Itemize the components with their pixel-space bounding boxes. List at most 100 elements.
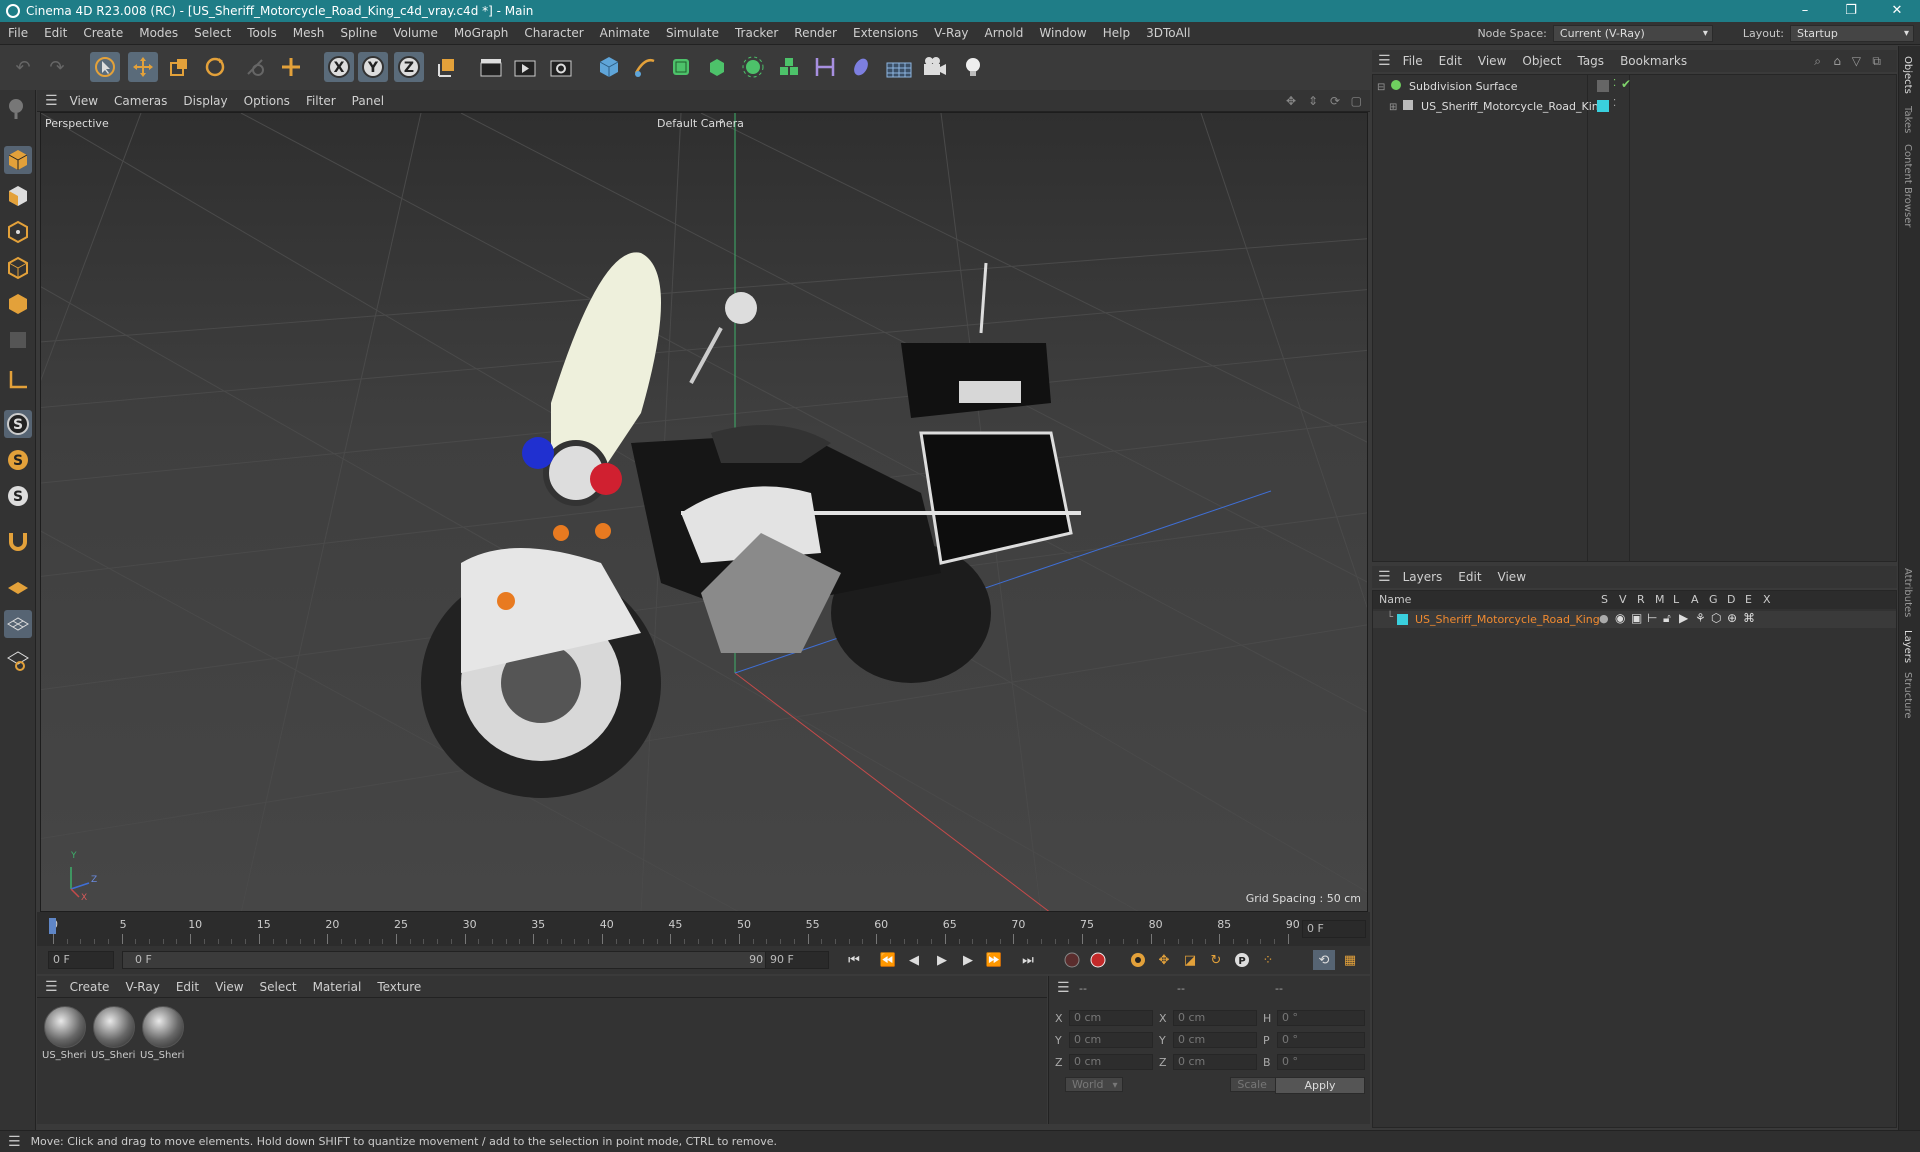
layer-solo-icon[interactable]: ● bbox=[1599, 612, 1609, 625]
camera-label[interactable]: Default Camera bbox=[657, 117, 744, 130]
menu-spline[interactable]: Spline bbox=[332, 26, 385, 40]
current-frame-field[interactable]: 0 F bbox=[1302, 920, 1366, 938]
extrude-generator-button[interactable] bbox=[702, 52, 732, 82]
viewport-menu-options[interactable]: Options bbox=[236, 94, 298, 108]
restore-button[interactable]: ❐ bbox=[1828, 0, 1874, 22]
layer-expressions-icon[interactable]: ⊕ bbox=[1727, 611, 1737, 625]
subdivision-surface-button[interactable] bbox=[666, 52, 696, 82]
go-to-start-button[interactable]: ⏮ bbox=[843, 950, 865, 970]
undo-button[interactable]: ↶ bbox=[8, 52, 38, 82]
material-hamburger-icon[interactable]: ☰ bbox=[45, 979, 58, 995]
material-menu-edit[interactable]: Edit bbox=[168, 980, 207, 994]
apply-button[interactable]: Apply bbox=[1275, 1077, 1365, 1094]
timeline-window-button[interactable]: ▦ bbox=[1339, 950, 1361, 970]
dolly-view-icon[interactable]: ⇕ bbox=[1308, 94, 1318, 108]
render-picture-viewer-button[interactable] bbox=[510, 52, 540, 82]
layer-column-l[interactable]: L bbox=[1673, 593, 1679, 606]
layer-animation-icon[interactable]: ▶ bbox=[1679, 611, 1688, 625]
menu-mesh[interactable]: Mesh bbox=[285, 26, 333, 40]
planar-workplane-button[interactable] bbox=[4, 646, 32, 674]
y-axis-lock-button[interactable]: Y bbox=[358, 52, 388, 82]
viewport-menu-cameras[interactable]: Cameras bbox=[106, 94, 175, 108]
object-row-subdivision-surface[interactable]: ⊟ Subdivision Surface ⁚ ✔ bbox=[1377, 77, 1877, 95]
material-swatch[interactable]: US_Sheri bbox=[91, 1004, 137, 1062]
texture-mode-button[interactable] bbox=[4, 182, 32, 210]
layer-column-s[interactable]: S bbox=[1601, 593, 1608, 606]
size-y-field[interactable]: 0 cm bbox=[1173, 1032, 1257, 1048]
layer-visible-eye-icon[interactable]: ◉ bbox=[1615, 611, 1625, 625]
layer-color-swatch[interactable] bbox=[1597, 100, 1609, 112]
menu-vray[interactable]: V-Ray bbox=[926, 26, 976, 40]
object-row-motorcycle[interactable]: ⊞ US_Sheriff_Motorcycle_Road_King ⁚ bbox=[1389, 98, 1889, 115]
layer-color-swatch[interactable] bbox=[1397, 614, 1408, 625]
layer-xrefs-icon[interactable]: ⌘ bbox=[1743, 611, 1755, 625]
render-settings-button[interactable] bbox=[546, 52, 576, 82]
orbit-view-icon[interactable]: ⟳ bbox=[1330, 94, 1340, 108]
pen-spline-button[interactable] bbox=[630, 52, 660, 82]
layer-render-clapper-icon[interactable]: ▣ bbox=[1631, 611, 1642, 625]
menu-modes[interactable]: Modes bbox=[131, 26, 186, 40]
object-name[interactable]: Subdivision Surface bbox=[1409, 80, 1517, 93]
redo-button[interactable]: ↷ bbox=[42, 52, 72, 82]
max-frame-field[interactable]: 90 F bbox=[765, 951, 829, 969]
layer-column-e[interactable]: E bbox=[1745, 593, 1752, 606]
menu-mograph[interactable]: MoGraph bbox=[446, 26, 517, 40]
home-icon[interactable]: ⌂ bbox=[1833, 54, 1841, 68]
size-x-field[interactable]: 0 cm bbox=[1173, 1010, 1257, 1026]
new-window-icon[interactable]: ⧉ bbox=[1872, 54, 1881, 69]
coords-hamburger-icon[interactable]: ☰ bbox=[1057, 980, 1070, 996]
make-editable-button[interactable] bbox=[4, 94, 32, 122]
material-menu-select[interactable]: Select bbox=[252, 980, 305, 994]
layer-color-swatch[interactable] bbox=[1597, 80, 1609, 92]
menu-arnold[interactable]: Arnold bbox=[977, 26, 1032, 40]
layer-column-a[interactable]: A bbox=[1691, 593, 1699, 606]
move-tool-button[interactable] bbox=[128, 52, 158, 82]
objects-menu-view[interactable]: View bbox=[1470, 54, 1514, 68]
layout-dropdown[interactable]: Startup bbox=[1790, 25, 1914, 42]
menu-3dtoall[interactable]: 3DToAll bbox=[1138, 26, 1198, 40]
material-menu-material[interactable]: Material bbox=[305, 980, 370, 994]
viewport-menu-filter[interactable]: Filter bbox=[298, 94, 344, 108]
material-menu-create[interactable]: Create bbox=[62, 980, 118, 994]
camera-icon[interactable]: ⚬ bbox=[717, 115, 726, 128]
pos-x-field[interactable]: 0 cm bbox=[1069, 1010, 1153, 1026]
node-space-dropdown[interactable]: Current (V-Ray) bbox=[1552, 25, 1713, 42]
3d-viewport[interactable]: Perspective Default Camera ⚬ Grid Spacin… bbox=[40, 112, 1368, 912]
polygon-mode-button[interactable] bbox=[4, 290, 32, 318]
layer-column-m[interactable]: M bbox=[1655, 593, 1665, 606]
layer-manager-icon[interactable]: ⊢ bbox=[1647, 611, 1657, 625]
next-frame-button[interactable]: ▶ bbox=[957, 950, 979, 970]
objects-menu-edit[interactable]: Edit bbox=[1431, 54, 1470, 68]
field-button[interactable] bbox=[846, 52, 876, 82]
material-menu-view[interactable]: View bbox=[207, 980, 251, 994]
layers-menu-layers[interactable]: Layers bbox=[1395, 570, 1451, 584]
tab-attributes[interactable]: Attributes bbox=[1902, 568, 1913, 617]
menu-create[interactable]: Create bbox=[75, 26, 131, 40]
quantize-button[interactable]: S bbox=[4, 482, 32, 510]
status-hamburger-icon[interactable]: ☰ bbox=[8, 1134, 21, 1150]
uv-mode-button[interactable] bbox=[4, 326, 32, 354]
expand-toggle-icon[interactable]: ⊟ bbox=[1377, 82, 1385, 93]
rot-p-field[interactable]: 0 ° bbox=[1277, 1032, 1365, 1048]
key-rotation-button[interactable]: ↻ bbox=[1205, 950, 1227, 970]
tab-takes[interactable]: Takes bbox=[1902, 106, 1913, 133]
snap-button[interactable]: S bbox=[4, 410, 32, 438]
menu-file[interactable]: File bbox=[0, 26, 36, 40]
rotate-tool-button[interactable] bbox=[200, 52, 230, 82]
tab-layers[interactable]: Layers bbox=[1902, 630, 1913, 663]
play-button[interactable]: ▶ bbox=[931, 950, 953, 970]
tab-objects[interactable]: Objects bbox=[1902, 56, 1913, 94]
previous-frame-button[interactable]: ◀ bbox=[903, 950, 925, 970]
light-button[interactable] bbox=[958, 52, 988, 82]
menu-help[interactable]: Help bbox=[1095, 26, 1138, 40]
layers-menu-edit[interactable]: Edit bbox=[1450, 570, 1489, 584]
objects-menu-file[interactable]: File bbox=[1395, 54, 1431, 68]
size-z-field[interactable]: 0 cm bbox=[1173, 1054, 1257, 1070]
workplane-button[interactable] bbox=[4, 574, 32, 602]
render-view-button[interactable] bbox=[476, 52, 506, 82]
playhead-handle[interactable] bbox=[49, 918, 56, 934]
magnet-button[interactable] bbox=[4, 526, 32, 554]
point-mode-button[interactable] bbox=[4, 218, 32, 246]
menu-render[interactable]: Render bbox=[786, 26, 845, 40]
objects-menu-object[interactable]: Object bbox=[1514, 54, 1569, 68]
